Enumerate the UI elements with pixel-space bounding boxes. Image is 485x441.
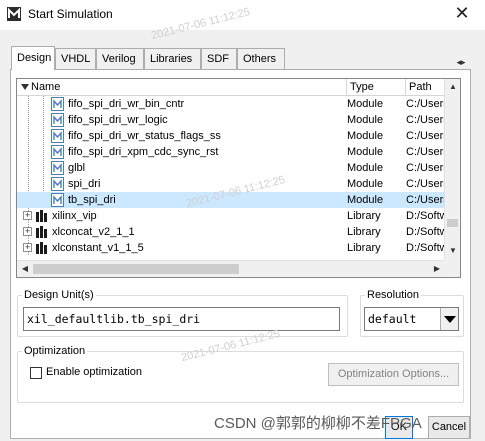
expand-icon[interactable]: + (23, 227, 32, 236)
row-name: xlconstant_v1_1_5 (52, 242, 144, 254)
row-name: fifo_spi_dri_wr_bin_cntr (68, 98, 185, 110)
row-name: spi_dri (68, 178, 101, 190)
column-header-name[interactable]: Name (17, 79, 347, 95)
tab-others[interactable]: Others (237, 48, 285, 69)
enable-optimization-label[interactable]: Enable optimization (46, 366, 142, 378)
module-row[interactable]: fifo_spi_dri_xpm_cdc_sync_rst Module C:/Us… (17, 144, 445, 160)
tab-sdf[interactable]: SDF (201, 48, 237, 69)
row-type: Module (347, 114, 384, 126)
optimization-label: Optimization (24, 345, 86, 357)
module-row[interactable]: spi_dri Module C:/Users (17, 176, 445, 192)
tab-libraries[interactable]: Libraries (144, 48, 201, 69)
row-type: Module (347, 130, 384, 142)
dropdown-button[interactable] (440, 308, 458, 330)
chevron-down-icon (444, 316, 456, 323)
row-type: Library (347, 210, 381, 222)
expand-icon[interactable]: + (23, 243, 32, 252)
resolution-value: default (368, 312, 417, 326)
row-name: fifo_spi_dri_wr_logic (68, 114, 168, 126)
module-icon (51, 145, 64, 159)
design-unit-input[interactable]: xil_defaultlib.tb_spi_dri (23, 307, 340, 331)
module-icon (51, 177, 64, 191)
row-path: D:/Softw (406, 210, 445, 222)
row-path: C:/Users (406, 146, 445, 158)
module-icon (51, 161, 64, 175)
library-books-icon (35, 225, 48, 239)
modelsim-app-icon (7, 7, 21, 21)
row-name: fifo_spi_dri_xpm_cdc_sync_rst (68, 146, 219, 158)
module-row[interactable]: fifo_spi_dri_wr_logic Module C:/Users (17, 112, 445, 128)
row-path: D:/Softw (406, 242, 445, 254)
horizontal-scroll-thumb[interactable] (33, 264, 239, 274)
module-icon (51, 113, 64, 127)
csdn-watermark: CSDN @郭郭的柳柳不差FPGA (214, 415, 422, 432)
resolution-group: Resolution default (360, 289, 464, 337)
window-title: Start Simulation (28, 7, 113, 21)
list-header: Name Type Path (17, 79, 445, 96)
module-row[interactable]: fifo_spi_dri_wr_status_flags_ss Module C:/… (17, 128, 445, 144)
module-row[interactable]: fifo_spi_dri_wr_bin_cntr Module C:/Users (17, 96, 445, 112)
vertical-scroll-thumb[interactable] (447, 219, 458, 227)
row-type: Module (347, 162, 384, 174)
row-type: Module (347, 178, 384, 190)
library-row[interactable]: + xlconstant_v1_1_5 Library D:/Softw (17, 240, 445, 256)
library-tree-list[interactable]: Name Type Path fifo_spi_dri_wr_bin_cntr M… (16, 78, 461, 278)
module-icon (51, 97, 64, 111)
scroll-corner (443, 258, 460, 277)
tab-design[interactable]: Design (11, 46, 55, 70)
tab-scroll-arrows-icon[interactable]: ◂▸ (453, 55, 469, 69)
row-name: tb_spi_dri (68, 194, 116, 206)
module-icon (51, 129, 64, 143)
row-name: glbl (68, 162, 86, 174)
row-path: C:/Users (406, 114, 445, 126)
library-books-icon (35, 209, 48, 223)
vertical-scrollbar[interactable]: ▲ ▼ (444, 79, 460, 260)
design-unit-group: Design Unit(s) xil_defaultlib.tb_spi_dri (17, 289, 348, 337)
row-name: xlconcat_v2_1_1 (52, 226, 135, 238)
row-type: Library (347, 242, 381, 254)
row-path: C:/Users (406, 130, 445, 142)
resolution-label: Resolution (367, 289, 419, 301)
tab-verilog[interactable]: Verilog (96, 48, 144, 69)
enable-optimization-checkbox[interactable] (30, 367, 42, 379)
row-type: Module (347, 146, 384, 158)
design-unit-label: Design Unit(s) (24, 289, 94, 301)
row-path: D:/Softw (406, 226, 445, 238)
row-path: C:/Users (406, 98, 445, 110)
row-name: xilinx_vip (52, 210, 97, 222)
dialog-client: Design VHDL Verilog Libraries SDF Others… (0, 30, 485, 441)
row-type: Module (347, 98, 384, 110)
scroll-down-icon[interactable]: ▼ (445, 243, 460, 259)
library-row[interactable]: + xlconcat_v2_1_1 Library D:/Softw (17, 224, 445, 240)
row-type: Library (347, 226, 381, 238)
design-tab-panel: Name Type Path fifo_spi_dri_wr_bin_cntr M… (10, 69, 471, 439)
library-row[interactable]: + xilinx_vip Library D:/Softw (17, 208, 445, 224)
module-icon (51, 193, 64, 207)
row-name: fifo_spi_dri_wr_status_flags_ss (68, 130, 221, 142)
column-header-type[interactable]: Type (347, 79, 406, 95)
row-path: C:/Users (406, 162, 445, 174)
row-path: C:/Users (406, 178, 445, 190)
module-row[interactable]: tb_spi_dri Module C:/Users (17, 192, 445, 208)
tab-vhdl[interactable]: VHDL (55, 48, 96, 69)
close-icon[interactable]: ✕ (453, 4, 471, 22)
scroll-left-icon[interactable]: ◀ (17, 261, 33, 277)
optimization-group: Optimization Enable optimization Optimiz… (17, 345, 464, 403)
row-type: Module (347, 194, 384, 206)
cancel-button[interactable]: Cancel (428, 416, 470, 439)
row-path: C:/Users (406, 194, 445, 206)
optimization-options-button[interactable]: Optimization Options... (328, 363, 459, 386)
expand-icon[interactable]: + (23, 211, 32, 220)
scroll-up-icon[interactable]: ▲ (445, 79, 460, 95)
module-row[interactable]: glbl Module C:/Users (17, 160, 445, 176)
resolution-select[interactable]: default (364, 307, 459, 331)
title-bar: Start Simulation ✕ (0, 0, 485, 30)
sort-down-icon (21, 84, 29, 90)
horizontal-scrollbar[interactable]: ◀ ▶ (17, 260, 445, 277)
library-books-icon (35, 241, 48, 255)
column-header-path[interactable]: Path (406, 79, 445, 95)
